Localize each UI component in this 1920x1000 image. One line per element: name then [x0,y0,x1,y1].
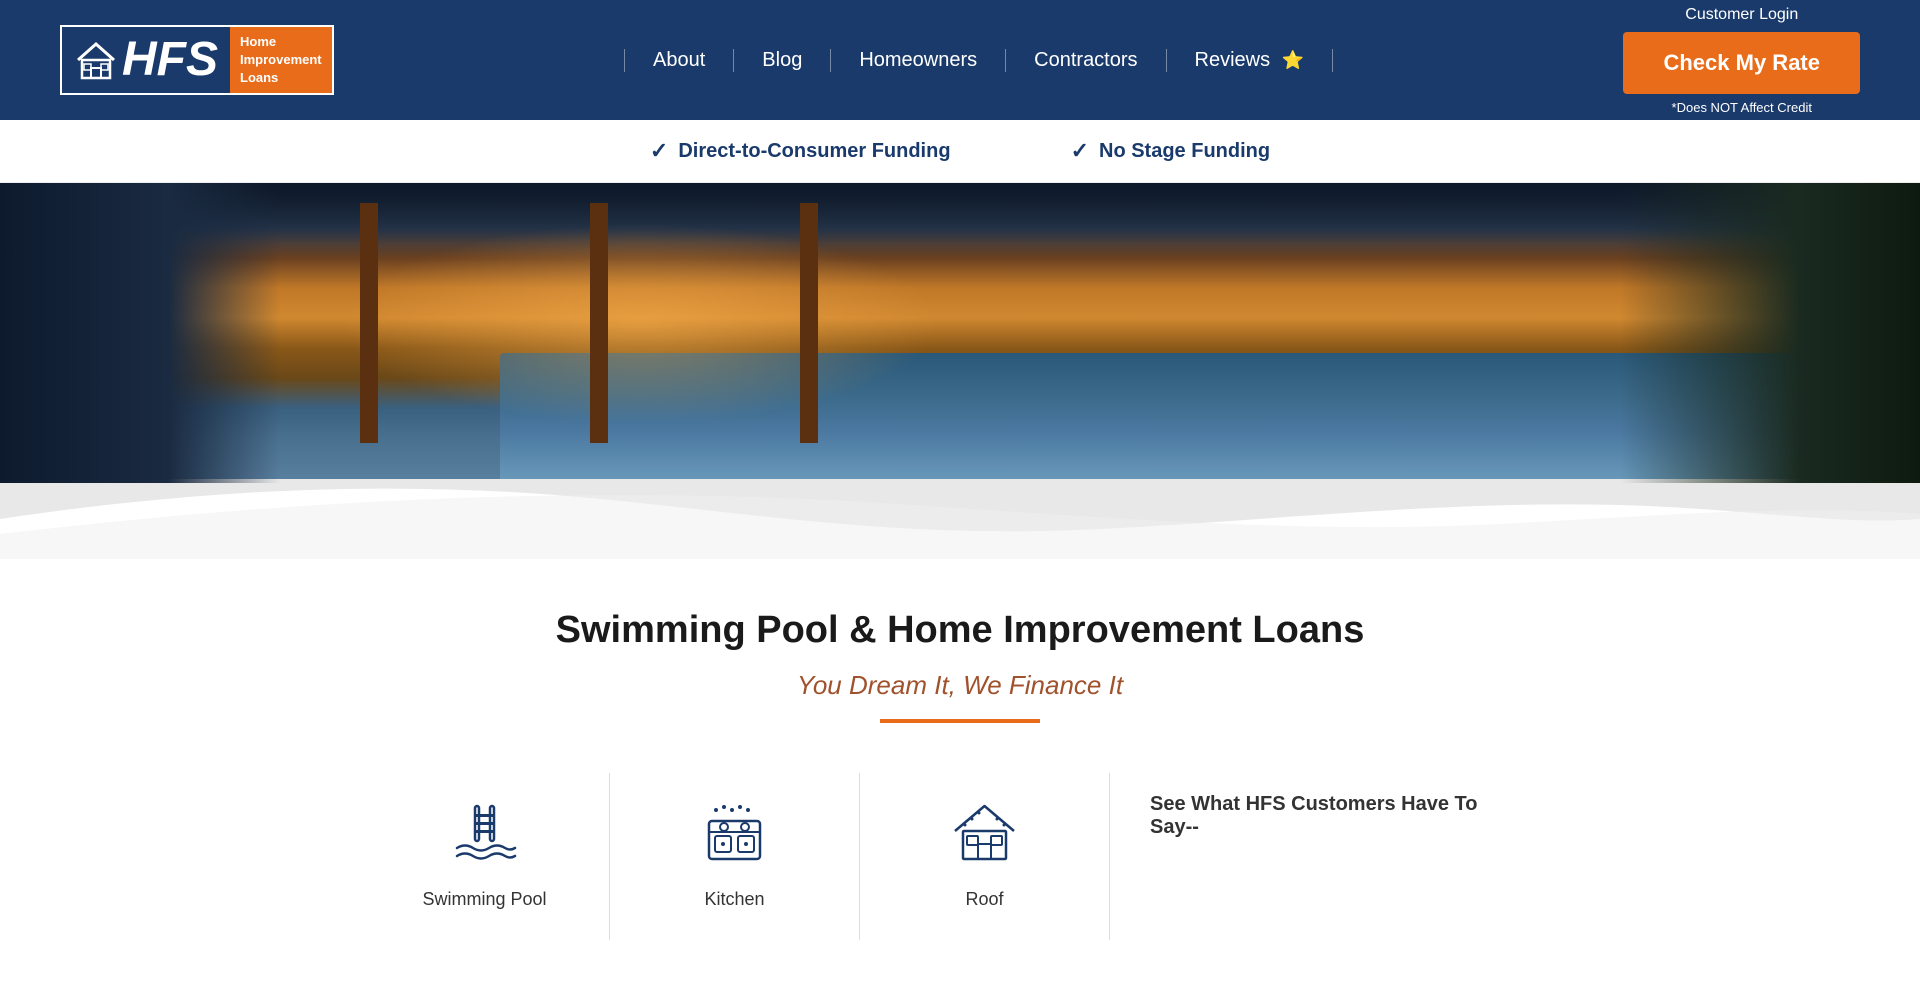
main-nav: About Blog Homeowners Contractors Review… [624,49,1333,72]
wave-wrapper: Swimming Pool & Home Improvement Loans Y… [0,479,1920,1000]
credit-notice: *Does NOT Affect Credit [1672,100,1812,115]
checkmark-icon-1: ✓ [650,138,668,164]
header: HFS Home Improvement Loans About Blog Ho… [0,0,1920,120]
check-rate-button[interactable]: Check My Rate [1623,32,1860,94]
wave-svg [0,479,1920,559]
logo-letters: HFS [122,36,218,84]
roof-icon [945,793,1025,873]
banner-item-no-stage: ✓ No Stage Funding [1071,138,1271,164]
cta-area: Customer Login Check My Rate *Does NOT A… [1623,6,1860,115]
checkmark-icon-2: ✓ [1071,138,1089,164]
orange-divider [880,719,1040,723]
logo-line1: Home [240,33,322,51]
icon-item-kitchen[interactable]: Kitchen [610,773,860,940]
reviews-star-icon: ⭐ [1282,50,1304,71]
kitchen-label: Kitchen [704,889,764,910]
house-icon [74,38,118,82]
nav-contractors[interactable]: Contractors [1006,49,1166,72]
logo[interactable]: HFS Home Improvement Loans [60,25,334,96]
logo-line2: Improvement [240,51,322,69]
roof-label: Roof [965,889,1003,910]
banner-text-1: Direct-to-Consumer Funding [678,140,950,163]
banner-item-direct: ✓ Direct-to-Consumer Funding [650,138,951,164]
customer-login-link[interactable]: Customer Login [1685,6,1798,24]
nav-about[interactable]: About [624,49,734,72]
icons-grid: Swimming Pool [360,773,1560,940]
nav-reviews[interactable]: Reviews ⭐ [1167,49,1334,72]
nav-homeowners[interactable]: Homeowners [831,49,1006,72]
sub-tagline: You Dream It, We Finance It [20,670,1900,701]
customers-say-text: See What HFS Customers Have To Say-- [1150,793,1520,839]
icon-item-roof[interactable]: Roof [860,773,1110,940]
hero-image [0,183,1920,483]
content-section: Swimming Pool & Home Improvement Loans Y… [0,559,1920,1000]
kitchen-icon [695,793,775,873]
nav-blog[interactable]: Blog [734,49,831,72]
banner-text-2: No Stage Funding [1099,140,1270,163]
pool-icon [445,793,525,873]
customers-say-area[interactable]: See What HFS Customers Have To Say-- [1110,773,1560,859]
logo-line3: Loans [240,69,322,87]
pool-label: Swimming Pool [422,889,546,910]
icon-item-pool[interactable]: Swimming Pool [360,773,610,940]
main-title: Swimming Pool & Home Improvement Loans [20,609,1900,652]
banner-bar: ✓ Direct-to-Consumer Funding ✓ No Stage … [0,120,1920,183]
